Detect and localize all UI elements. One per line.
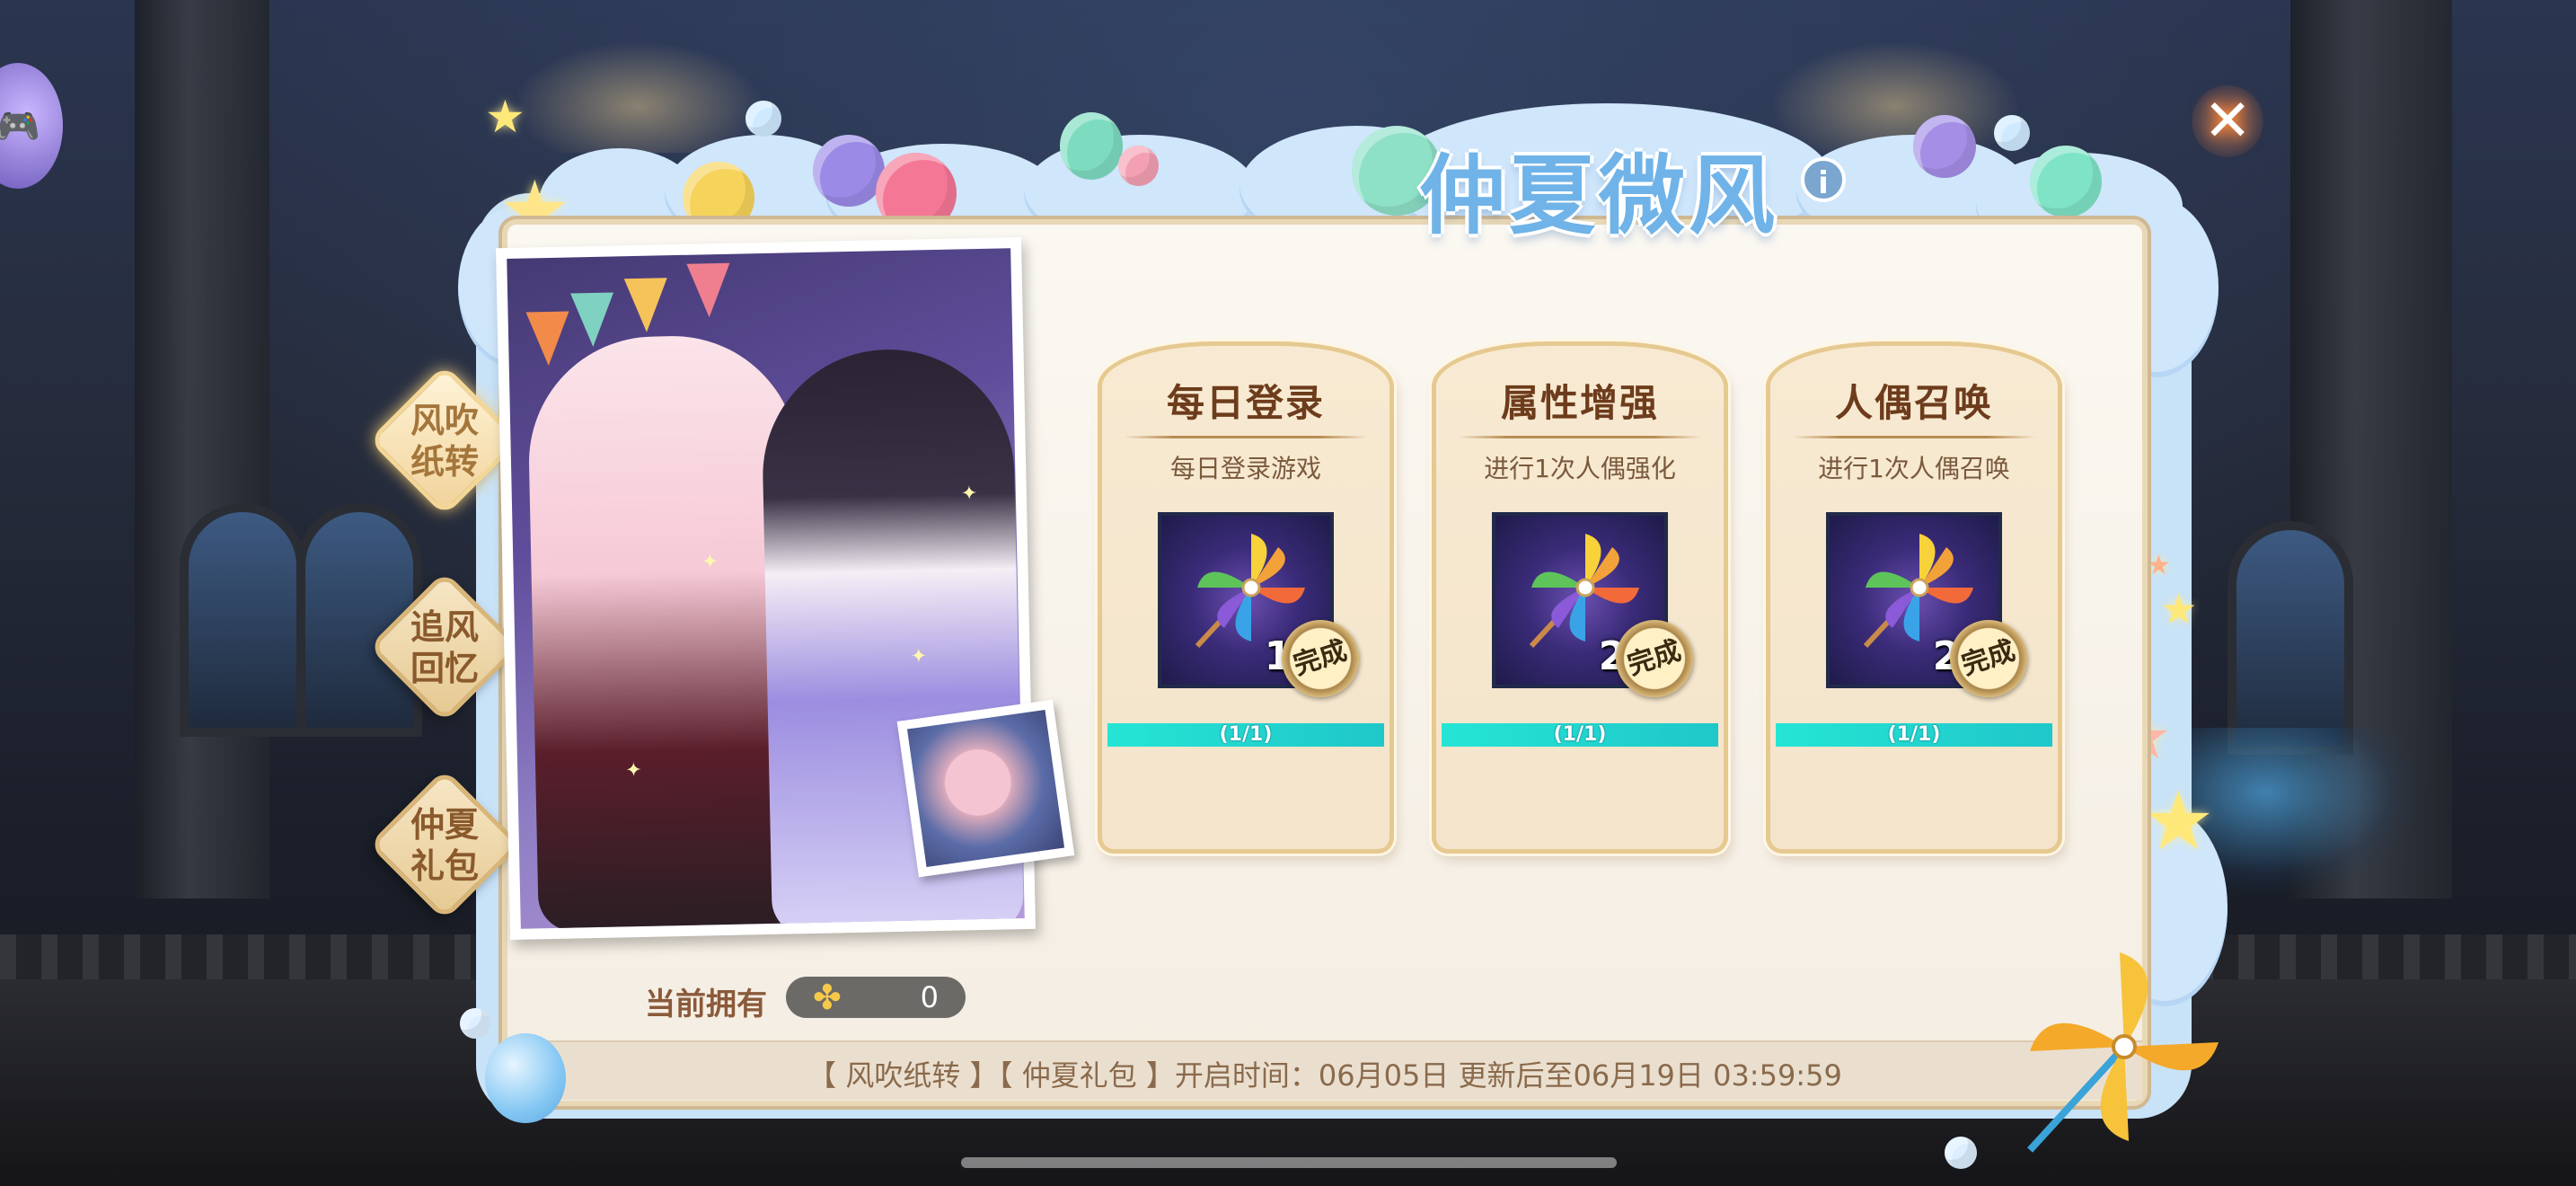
event-title: 仲夏微风 — [1419, 146, 1778, 246]
tab-zhongxia-libao[interactable]: 仲夏 礼包 — [368, 768, 521, 921]
pinwheel-decoration-icon — [2027, 952, 2219, 1153]
star-decoration: ★ — [2142, 774, 2215, 869]
sparkle-decoration: ✦ — [701, 551, 719, 574]
balloon-decoration — [813, 135, 885, 207]
task-description: 进行1次人偶强化 — [1484, 454, 1676, 483]
task-progress-bar: (1/1) — [1442, 723, 1718, 747]
star-decoration: ★ — [2160, 585, 2198, 633]
tab-label-line2: 礼包 — [410, 846, 479, 886]
bunting-flag — [623, 278, 668, 333]
owned-counter: ✤ 0 — [786, 977, 966, 1018]
balloon-decoration — [1913, 115, 1976, 178]
star-decoration: ★ — [485, 91, 525, 143]
progress-text: (1/1) — [1553, 723, 1607, 746]
bubble-decoration — [745, 101, 781, 137]
task-card-daily-login: 每日登录 每日登录游戏 10 完成 (1/1) — [1098, 341, 1394, 854]
reward-item[interactable]: 20 完成 — [1492, 512, 1704, 708]
balloon-decoration — [1118, 146, 1159, 186]
bubble-decoration — [460, 1008, 490, 1039]
sparkle-decoration: ✦ — [624, 758, 642, 783]
tab-label: 仲夏 礼包 — [368, 804, 521, 887]
task-description: 每日登录游戏 — [1169, 454, 1321, 483]
progress-text: (1/1) — [1219, 723, 1273, 746]
balloon-decoration — [2030, 146, 2102, 217]
balloon-decoration — [1060, 112, 1123, 180]
bunting-flag — [686, 262, 731, 318]
balloon-decoration — [485, 1033, 566, 1123]
balloon-decoration — [876, 153, 957, 234]
task-card-doll-summon: 人偶召唤 进行1次人偶召唤 20 完成 (1/1) — [1766, 341, 2062, 854]
owned-label: 当前拥有 — [645, 987, 767, 1022]
tab-label-line2: 纸转 — [410, 442, 479, 482]
task-description: 进行1次人偶召唤 — [1818, 454, 2010, 483]
tab-zhuifeng-huiyi[interactable]: 追风 回忆 — [368, 571, 521, 723]
bunting-flag — [525, 311, 570, 367]
sparkle-decoration: ✦ — [960, 482, 978, 506]
event-schedule-text: 【 风吹纸转 】【 仲夏礼包 】开启时间：06月05日 更新后至06月19日 0… — [807, 1058, 1842, 1093]
tab-label: 追风 回忆 — [368, 606, 521, 689]
task-title: 人偶召唤 — [1834, 381, 1993, 425]
info-icon[interactable]: i — [1801, 157, 1846, 202]
owned-value: 0 — [920, 980, 939, 1014]
reward-item[interactable]: 10 完成 — [1158, 512, 1370, 708]
progress-text: (1/1) — [1887, 723, 1941, 746]
task-card-attribute-boost: 属性增强 进行1次人偶强化 20 完成 (1/1) — [1432, 341, 1728, 854]
background-chandelier — [503, 36, 772, 153]
background-pillar — [135, 0, 269, 898]
sparkle-decoration: ✦ — [910, 645, 928, 668]
task-title: 属性增强 — [1500, 381, 1659, 425]
balloon-decoration — [683, 162, 754, 234]
tab-label-line2: 回忆 — [410, 649, 479, 688]
bunting-flag — [570, 292, 615, 348]
home-indicator[interactable] — [961, 1157, 1617, 1168]
bubble-decoration — [1945, 1137, 1977, 1169]
close-button[interactable]: ✕ — [2192, 85, 2263, 157]
background-arch — [180, 503, 305, 737]
task-progress-bar: (1/1) — [1107, 723, 1384, 747]
polaroid-image — [906, 709, 1065, 868]
star-decoration: ★ — [2147, 550, 2171, 581]
tab-label: 风吹 纸转 — [368, 400, 521, 482]
background-arch — [2228, 521, 2353, 755]
divider — [1124, 436, 1368, 438]
task-title: 每日登录 — [1166, 381, 1325, 425]
tab-label-line1: 风吹 — [410, 401, 479, 440]
divider — [1458, 436, 1702, 438]
reward-item[interactable]: 20 完成 — [1826, 512, 2038, 708]
task-progress-bar: (1/1) — [1776, 723, 2052, 747]
bubble-decoration — [1994, 115, 2030, 151]
polaroid-photo — [896, 699, 1075, 878]
tab-label-line1: 仲夏 — [410, 805, 479, 845]
tab-label-line1: 追风 — [410, 607, 479, 647]
divider — [1792, 436, 2036, 438]
